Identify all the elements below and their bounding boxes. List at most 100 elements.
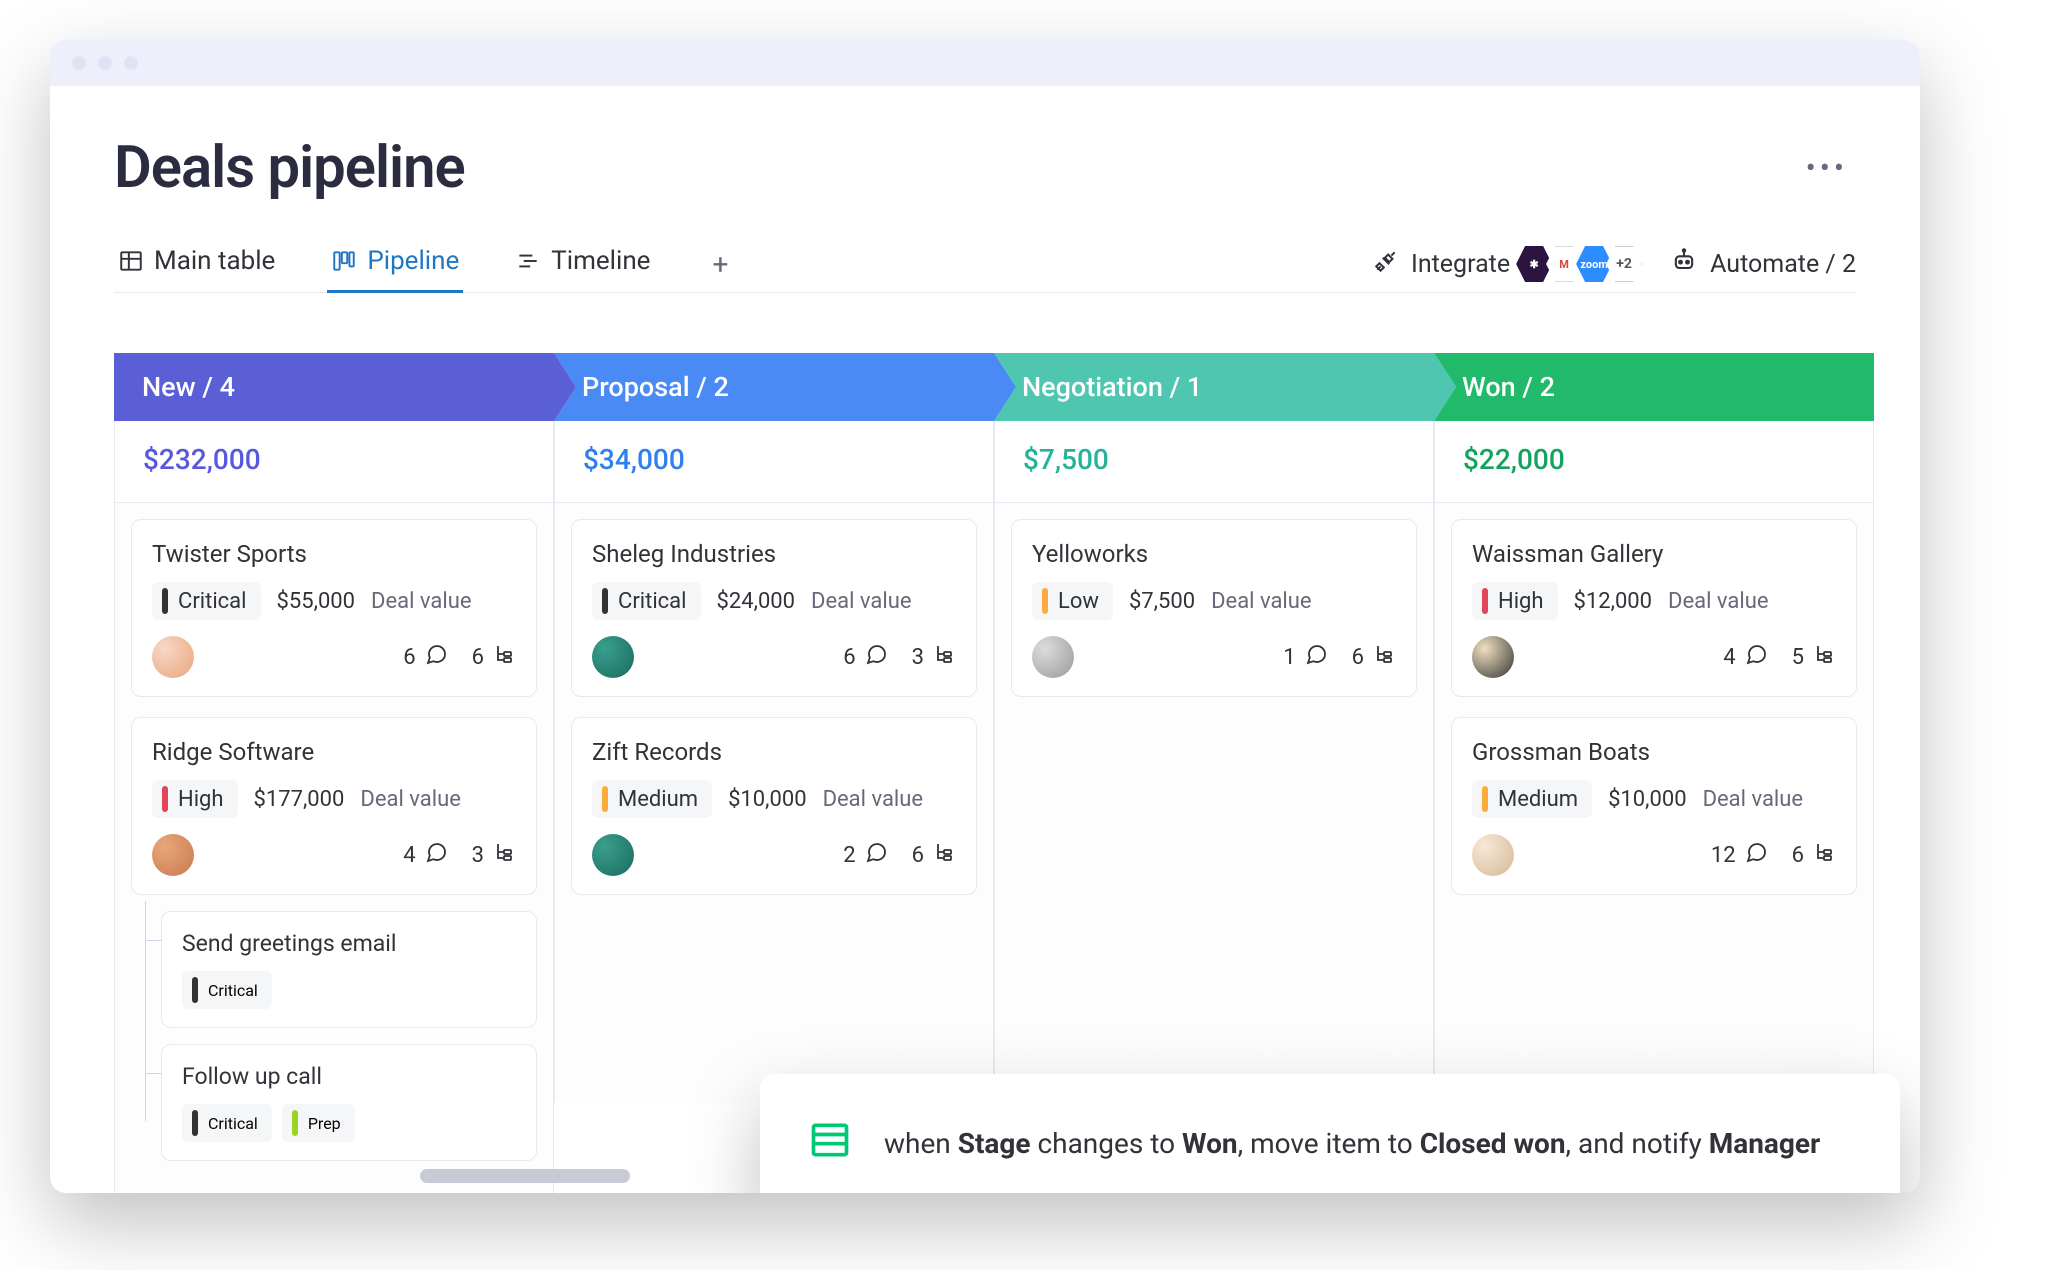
subitems-icon xyxy=(1812,840,1836,870)
deal-card[interactable]: Waissman Gallery High $12,000 Deal value… xyxy=(1451,519,1857,697)
tabs-row: Main table Pipeline Timeline + xyxy=(114,236,1856,293)
column-header[interactable]: Proposal / 2 xyxy=(554,353,994,421)
app-window: Deals pipeline ••• Main table Pipeline xyxy=(50,40,1920,1193)
subitems-icon xyxy=(1372,642,1396,672)
priority-label: Medium xyxy=(1498,787,1578,812)
tab-timeline[interactable]: Timeline xyxy=(511,236,654,292)
tab-label: Timeline xyxy=(551,246,650,276)
page-title: Deals pipeline xyxy=(114,134,465,202)
column-body: Waissman Gallery High $12,000 Deal value… xyxy=(1434,503,1874,1103)
card-stats: 4 3 xyxy=(403,840,516,870)
tab-pipeline[interactable]: Pipeline xyxy=(327,236,463,292)
comments-count[interactable]: 4 xyxy=(1723,642,1767,672)
deal-card[interactable]: Zift Records Medium $10,000 Deal value 2… xyxy=(571,717,977,895)
deal-card[interactable]: Grossman Boats Medium $10,000 Deal value… xyxy=(1451,717,1857,895)
column-total: $7,500 xyxy=(994,421,1434,503)
priority-pill: Critical xyxy=(182,1104,272,1142)
comment-icon xyxy=(864,642,888,672)
deal-card[interactable]: Ridge Software High $177,000 Deal value … xyxy=(131,717,537,895)
add-tab-button[interactable]: + xyxy=(702,238,738,291)
tabs-right: Integrate ✱ M zoom +2 Automate / 2 xyxy=(1373,246,1856,282)
deal-card[interactable]: Yelloworks Low $7,500 Deal value 1 6 xyxy=(1011,519,1417,697)
priority-pill: Medium xyxy=(592,780,712,818)
priority-label: Low xyxy=(1058,589,1099,614)
comments-count[interactable]: 4 xyxy=(403,840,447,870)
comments-count[interactable]: 6 xyxy=(843,642,887,672)
deal-value: $177,000 xyxy=(254,787,345,812)
card-title: Sheleg Industries xyxy=(592,540,956,568)
card-stats: 6 3 xyxy=(843,642,956,672)
window-dot xyxy=(124,56,138,70)
tab-main-table[interactable]: Main table xyxy=(114,236,279,292)
column-header[interactable]: Negotiation / 1 xyxy=(994,353,1434,421)
priority-label: High xyxy=(1498,589,1544,614)
deal-value: $12,000 xyxy=(1574,589,1653,614)
comments-count[interactable]: 2 xyxy=(843,840,887,870)
avatar[interactable] xyxy=(1032,636,1074,678)
column-total: $22,000 xyxy=(1434,421,1874,503)
priority-pill: Low xyxy=(1032,582,1113,620)
deal-value-label: Deal value xyxy=(811,589,911,614)
subitems-count[interactable]: 6 xyxy=(472,642,516,672)
priority-pill: High xyxy=(152,780,238,818)
avatar[interactable] xyxy=(1472,636,1514,678)
column-header[interactable]: Won / 2 xyxy=(1434,353,1874,421)
window-dot xyxy=(72,56,86,70)
subitems-count[interactable]: 5 xyxy=(1792,642,1836,672)
more-menu-button[interactable]: ••• xyxy=(1798,143,1856,194)
deal-value: $55,000 xyxy=(277,589,356,614)
header-row: Deals pipeline ••• xyxy=(114,134,1856,202)
tab-label: Pipeline xyxy=(367,246,459,276)
comments-count[interactable]: 6 xyxy=(403,642,447,672)
card-status-row: High $12,000 Deal value xyxy=(1472,582,1836,620)
tab-label: Main table xyxy=(154,246,275,276)
priority-pill: Critical xyxy=(592,582,701,620)
integrate-button[interactable]: Integrate ✱ M zoom +2 xyxy=(1373,246,1642,282)
subitems-count[interactable]: 6 xyxy=(1352,642,1396,672)
deal-value: $10,000 xyxy=(1608,787,1687,812)
card-footer: 4 3 xyxy=(152,834,516,876)
subitems-count[interactable]: 3 xyxy=(472,840,516,870)
subitems-count[interactable]: 3 xyxy=(912,642,956,672)
card-footer: 6 3 xyxy=(592,636,956,678)
avatar[interactable] xyxy=(592,834,634,876)
integration-badges: ✱ M zoom +2 xyxy=(1522,246,1642,282)
subitems-count[interactable]: 6 xyxy=(1792,840,1836,870)
priority-label: High xyxy=(178,787,224,812)
card-footer: 12 6 xyxy=(1472,834,1836,876)
automation-text: when Stage changes to Won, move item to … xyxy=(884,1127,1820,1160)
subitem-card[interactable]: Send greetings email Critical xyxy=(161,911,537,1028)
comments-count[interactable]: 12 xyxy=(1711,840,1768,870)
comments-count[interactable]: 1 xyxy=(1283,642,1327,672)
subitems-icon xyxy=(932,840,956,870)
priority-pill: Prep xyxy=(282,1104,355,1142)
deal-value-label: Deal value xyxy=(1668,589,1768,614)
card-stats: 2 6 xyxy=(843,840,956,870)
deal-card[interactable]: Sheleg Industries Critical $24,000 Deal … xyxy=(571,519,977,697)
automate-button[interactable]: Automate / 2 xyxy=(1670,247,1856,282)
subitems-count[interactable]: 6 xyxy=(912,840,956,870)
card-status-row: Medium $10,000 Deal value xyxy=(1472,780,1836,818)
pipeline-icon xyxy=(331,248,357,274)
column-title: Won / 2 xyxy=(1462,371,1555,403)
avatar[interactable] xyxy=(152,636,194,678)
avatar[interactable] xyxy=(1472,834,1514,876)
integrate-label: Integrate xyxy=(1411,250,1510,279)
subitem-title: Send greetings email xyxy=(182,930,516,957)
card-status-row: Medium $10,000 Deal value xyxy=(592,780,956,818)
deal-card[interactable]: Twister Sports Critical $55,000 Deal val… xyxy=(131,519,537,697)
subitem-title: Follow up call xyxy=(182,1063,516,1090)
automation-popup[interactable]: when Stage changes to Won, move item to … xyxy=(760,1074,1900,1193)
avatar[interactable] xyxy=(152,834,194,876)
priority-label: Critical xyxy=(618,589,687,614)
deal-value-label: Deal value xyxy=(1703,787,1803,812)
column-header[interactable]: New / 4 xyxy=(114,353,554,421)
priority-pill: Critical xyxy=(152,582,261,620)
avatar[interactable] xyxy=(592,636,634,678)
card-stats: 4 5 xyxy=(1723,642,1836,672)
priority-pill: High xyxy=(1472,582,1558,620)
subitem-pills: Critical xyxy=(182,971,516,1009)
subitem-card[interactable]: Follow up call Critical Prep xyxy=(161,1044,537,1161)
card-title: Zift Records xyxy=(592,738,956,766)
integration-more-badge: +2 xyxy=(1606,246,1642,282)
